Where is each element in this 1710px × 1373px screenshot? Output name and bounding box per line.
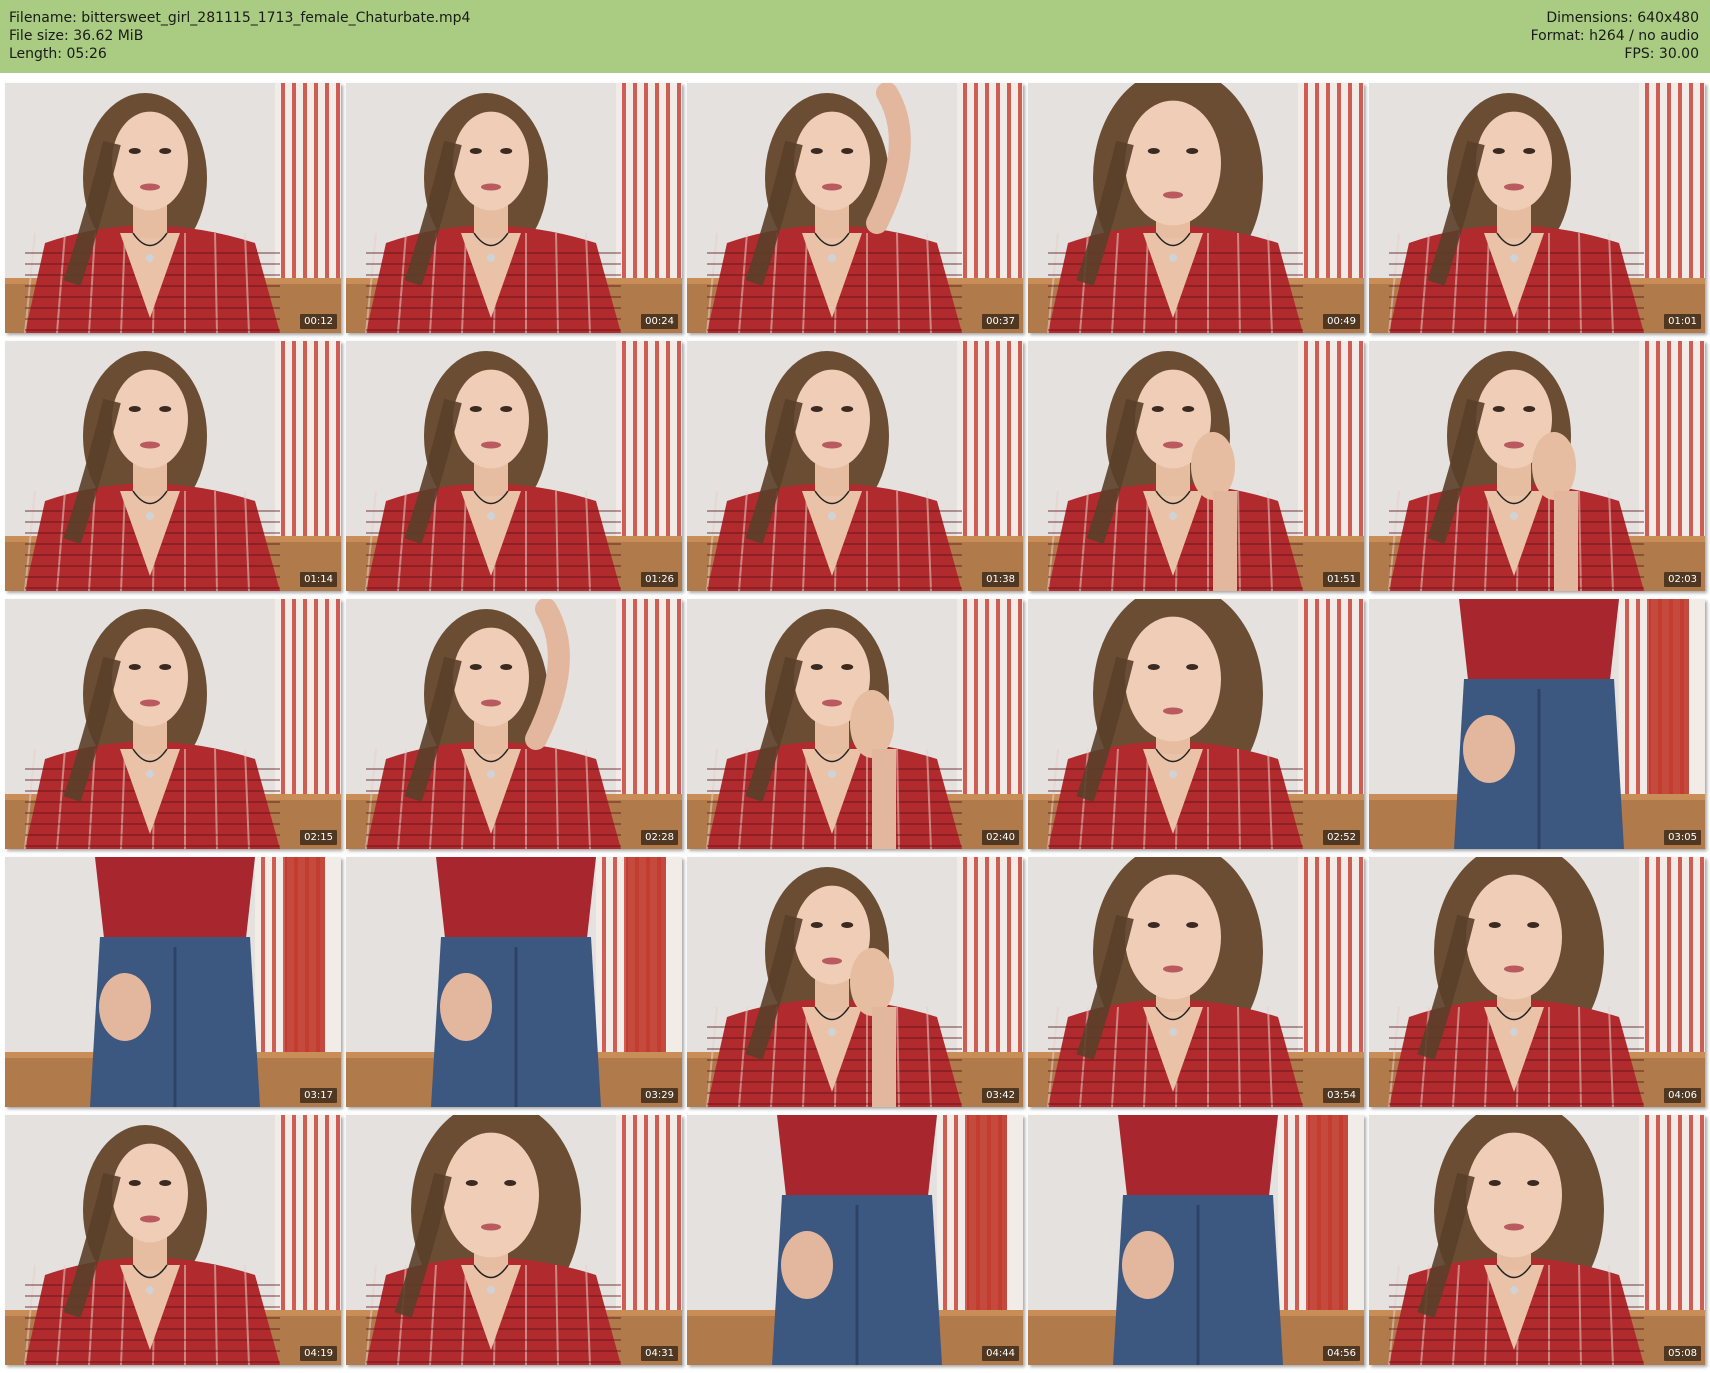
timestamp-label: 00:12 (300, 314, 337, 329)
video-frame (1369, 1115, 1705, 1365)
video-frame (687, 83, 1023, 333)
video-frame (687, 341, 1023, 591)
timestamp-label: 03:54 (1323, 1088, 1360, 1103)
video-frame (687, 599, 1023, 849)
length-line: Length: 05:26 (9, 46, 107, 62)
timestamp-label: 02:28 (641, 830, 678, 845)
filename-line: Filename: bittersweet_girl_281115_1713_f… (9, 10, 471, 26)
thumbnail-grid: 00:12 00:24 00:37 00:49 01:01 01:14 01:26 01:38… (5, 83, 1705, 1367)
info-header: Filename: bittersweet_girl_281115_1713_f… (0, 0, 1710, 73)
thumbnail[interactable]: 03:17 (5, 857, 341, 1107)
timestamp-label: 01:01 (1664, 314, 1701, 329)
timestamp-label: 03:42 (982, 1088, 1019, 1103)
thumbnail[interactable]: 04:19 (5, 1115, 341, 1365)
file-meta-left: Filename: bittersweet_girl_281115_1713_f… (9, 9, 470, 63)
video-frame (346, 83, 682, 333)
timestamp-label: 01:14 (300, 572, 337, 587)
thumbnail[interactable]: 04:31 (346, 1115, 682, 1365)
timestamp-label: 00:24 (641, 314, 678, 329)
video-frame (346, 599, 682, 849)
thumbnail[interactable]: 00:12 (5, 83, 341, 333)
video-frame (5, 341, 341, 591)
thumbnail[interactable]: 03:05 (1369, 599, 1705, 849)
thumbnail[interactable]: 04:56 (1028, 1115, 1364, 1365)
dimensions-line: Dimensions: 640x480 (1546, 10, 1699, 26)
thumbnail[interactable]: 04:44 (687, 1115, 1023, 1365)
timestamp-label: 02:40 (982, 830, 1019, 845)
thumbnail[interactable]: 02:52 (1028, 599, 1364, 849)
timestamp-label: 00:49 (1323, 314, 1360, 329)
video-frame (1369, 83, 1705, 333)
timestamp-label: 01:38 (982, 572, 1019, 587)
thumbnail[interactable]: 03:29 (346, 857, 682, 1107)
thumbnail[interactable]: 02:15 (5, 599, 341, 849)
thumbnail[interactable]: 00:24 (346, 83, 682, 333)
video-frame (1028, 83, 1364, 333)
thumbnail[interactable]: 03:54 (1028, 857, 1364, 1107)
video-frame (687, 1115, 1023, 1365)
fps-line: FPS: 30.00 (1624, 46, 1699, 62)
video-frame (346, 341, 682, 591)
timestamp-label: 04:56 (1323, 1346, 1360, 1361)
timestamp-label: 04:44 (982, 1346, 1019, 1361)
file-meta-right: Dimensions: 640x480 Format: h264 / no au… (1531, 9, 1699, 63)
thumbnail[interactable]: 01:26 (346, 341, 682, 591)
video-frame (346, 857, 682, 1107)
thumbnail[interactable]: 02:03 (1369, 341, 1705, 591)
format-line: Format: h264 / no audio (1530, 28, 1699, 44)
timestamp-label: 00:37 (982, 314, 1019, 329)
timestamp-label: 05:08 (1664, 1346, 1701, 1361)
thumbnail[interactable]: 01:51 (1028, 341, 1364, 591)
timestamp-label: 03:05 (1664, 830, 1701, 845)
timestamp-label: 02:15 (300, 830, 337, 845)
timestamp-label: 01:51 (1323, 572, 1360, 587)
thumbnail[interactable]: 01:01 (1369, 83, 1705, 333)
thumbnail[interactable]: 00:37 (687, 83, 1023, 333)
timestamp-label: 04:06 (1664, 1088, 1701, 1103)
timestamp-label: 04:19 (300, 1346, 337, 1361)
thumbnail[interactable]: 01:38 (687, 341, 1023, 591)
video-frame (1028, 1115, 1364, 1365)
video-frame (5, 857, 341, 1107)
thumbnail[interactable]: 00:49 (1028, 83, 1364, 333)
thumbnail[interactable]: 05:08 (1369, 1115, 1705, 1365)
video-frame (1369, 857, 1705, 1107)
video-frame (5, 599, 341, 849)
video-frame (1028, 857, 1364, 1107)
video-frame (5, 83, 341, 333)
video-frame (1369, 599, 1705, 849)
thumbnail[interactable]: 03:42 (687, 857, 1023, 1107)
video-frame (346, 1115, 682, 1365)
timestamp-label: 04:31 (641, 1346, 678, 1361)
filesize-line: File size: 36.62 MiB (9, 28, 144, 44)
video-frame (5, 1115, 341, 1365)
timestamp-label: 02:52 (1323, 830, 1360, 845)
video-frame (1028, 341, 1364, 591)
thumbnail[interactable]: 02:40 (687, 599, 1023, 849)
video-frame (1369, 341, 1705, 591)
thumbnail[interactable]: 01:14 (5, 341, 341, 591)
timestamp-label: 03:17 (300, 1088, 337, 1103)
timestamp-label: 02:03 (1664, 572, 1701, 587)
thumbnail[interactable]: 04:06 (1369, 857, 1705, 1107)
timestamp-label: 01:26 (641, 572, 678, 587)
thumbnail[interactable]: 02:28 (346, 599, 682, 849)
video-frame (1028, 599, 1364, 849)
video-frame (687, 857, 1023, 1107)
timestamp-label: 03:29 (641, 1088, 678, 1103)
